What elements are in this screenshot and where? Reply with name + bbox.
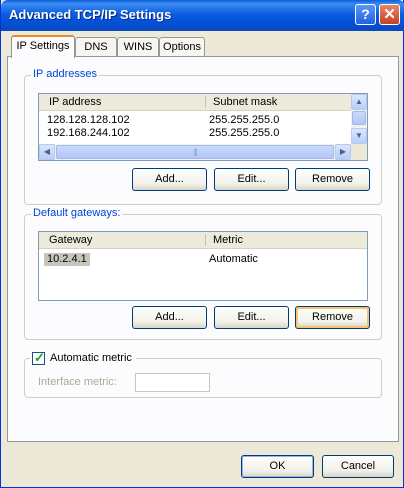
tab-ip-settings[interactable]: IP Settings [11, 35, 75, 58]
ip-row-1-mask[interactable]: 255.255.255.0 [209, 114, 279, 127]
ip-addresses-label: IP addresses [31, 68, 100, 80]
default-gateways-label: Default gateways: [31, 207, 123, 219]
window-title: Advanced TCP/IP Settings [9, 7, 172, 22]
gateway-row-1-metric[interactable]: Automatic [209, 253, 258, 266]
tab-options[interactable]: Options [159, 37, 205, 56]
automatic-metric-label[interactable]: Automatic metric [50, 352, 132, 364]
column-subnet-mask[interactable]: Subnet mask [205, 94, 345, 110]
interface-metric-input[interactable] [135, 373, 210, 392]
gateway-row-1-address[interactable]: 10.2.4.1 [44, 253, 90, 266]
advanced-tcpip-dialog: Advanced TCP/IP Settings ? ✕ IP Settings… [0, 0, 404, 488]
horizontal-scroll-thumb[interactable]: ||| [56, 145, 334, 159]
ip-row-2-address[interactable]: 192.168.244.102 [47, 127, 130, 140]
gateway-add-button[interactable]: Add... [132, 306, 207, 329]
ip-edit-button[interactable]: Edit... [214, 168, 289, 191]
ip-address-list[interactable]: IP address Subnet mask 128.128.128.102 2… [38, 93, 368, 161]
automatic-metric-checkbox[interactable]: ✓ [32, 350, 45, 365]
ip-row-1-address[interactable]: 128.128.128.102 [47, 114, 130, 127]
ip-remove-button[interactable]: Remove [295, 168, 370, 191]
scroll-right-icon[interactable]: ▶ [335, 144, 351, 160]
gateway-list[interactable]: Gateway Metric 10.2.4.1 Automatic [38, 231, 368, 301]
scroll-left-icon[interactable]: ◀ [39, 144, 55, 160]
gateway-edit-button[interactable]: Edit... [214, 306, 289, 329]
gateway-list-header: Gateway Metric [39, 232, 367, 249]
scroll-up-icon[interactable]: ▲ [351, 94, 367, 110]
close-button[interactable]: ✕ [379, 4, 400, 25]
scroll-corner [351, 144, 367, 160]
grip-icon: ||| [193, 147, 197, 157]
cancel-button[interactable]: Cancel [322, 455, 394, 478]
ip-settings-panel: IP addresses IP address Subnet mask 128.… [7, 56, 399, 442]
gateway-remove-button[interactable]: Remove [295, 306, 370, 329]
ip-row-2-mask[interactable]: 255.255.255.0 [209, 127, 279, 140]
interface-metric-label: Interface metric: [38, 376, 117, 388]
scroll-down-icon[interactable]: ▼ [351, 128, 367, 144]
tab-wins[interactable]: WINS [117, 37, 159, 56]
help-button[interactable]: ? [355, 4, 376, 25]
ok-button[interactable]: OK [241, 455, 314, 478]
ip-list-horizontal-scrollbar[interactable]: ◀ ||| ▶ [39, 144, 351, 160]
column-metric[interactable]: Metric [205, 232, 345, 248]
title-bar[interactable]: Advanced TCP/IP Settings ? ✕ [1, 0, 404, 31]
ip-list-vertical-scrollbar[interactable]: ▲ ▼ [351, 94, 367, 144]
scroll-thumb[interactable] [352, 111, 366, 125]
ip-list-header: IP address Subnet mask [39, 94, 351, 111]
automatic-metric-option[interactable]: ✓ Automatic metric [30, 350, 136, 367]
checkmark-icon: ✓ [34, 350, 45, 365]
ip-add-button[interactable]: Add... [132, 168, 207, 191]
tab-dns[interactable]: DNS [75, 37, 117, 56]
column-ip-address[interactable]: IP address [41, 94, 201, 110]
column-gateway[interactable]: Gateway [41, 232, 201, 248]
